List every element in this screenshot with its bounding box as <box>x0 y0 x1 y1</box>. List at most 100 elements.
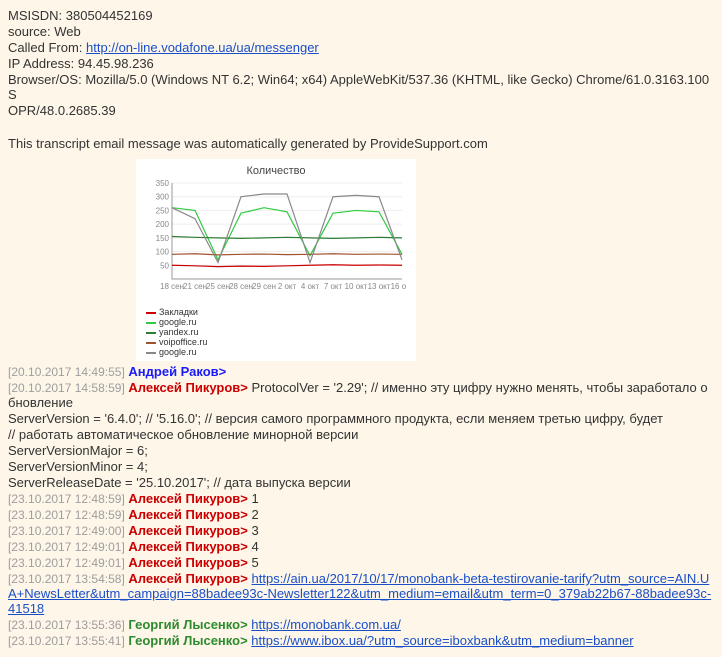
chart-svg: 50 100 150 200 250 300 350 18 сен21 сен25 сен28… <box>146 179 406 307</box>
message-author: Алексей Пикуров <box>128 555 240 570</box>
message-gt: > <box>240 571 248 586</box>
svg-text:350: 350 <box>156 179 170 188</box>
message-author: Алексей Пикуров <box>128 571 240 586</box>
svg-text:21 сен: 21 сен <box>183 282 207 291</box>
source-value: Web <box>54 24 81 39</box>
transcript-note: This transcript email message was automa… <box>8 136 714 151</box>
called-from-label: Called From: <box>8 40 82 55</box>
message-row: [23.10.2017 13:55:36] Георгий Лысенко> h… <box>8 617 714 632</box>
message-body: 2 <box>248 507 259 522</box>
legend-label: yandex.ru <box>159 327 199 337</box>
message-continuation: ServerVersion = '6.4.0'; // '5.16.0'; //… <box>8 411 714 426</box>
chart-legend: Закладкиgoogle.ruyandex.ruvoipoffice.rug… <box>146 307 406 357</box>
message-author: Алексей Пикуров <box>128 491 240 506</box>
message-author: Андрей Раков <box>128 364 218 379</box>
message-row: [23.10.2017 12:49:00] Алексей Пикуров> 3 <box>8 523 714 538</box>
svg-text:250: 250 <box>156 206 170 215</box>
svg-text:200: 200 <box>156 220 170 229</box>
message-body: 5 <box>248 555 259 570</box>
message-author: Георгий Лысенко <box>128 633 240 648</box>
legend-label: google.ru <box>159 347 197 357</box>
message-timestamp: [23.10.2017 13:55:36] <box>8 618 125 632</box>
svg-text:150: 150 <box>156 234 170 243</box>
legend-item: yandex.ru <box>146 327 406 337</box>
message-body: 4 <box>248 539 259 554</box>
legend-item: google.ru <box>146 347 406 357</box>
message-author: Алексей Пикуров <box>128 507 240 522</box>
message-continuation: ServerReleaseDate = '25.10.2017'; // дат… <box>8 475 714 490</box>
svg-text:10 окт: 10 окт <box>345 282 368 291</box>
svg-text:13 окт: 13 окт <box>368 282 391 291</box>
message-timestamp: [23.10.2017 12:48:59] <box>8 492 125 506</box>
legend-label: Закладки <box>159 307 198 317</box>
message-gt: > <box>219 364 227 379</box>
svg-text:100: 100 <box>156 248 170 257</box>
message-gt: > <box>240 555 248 570</box>
svg-text:16 окт: 16 окт <box>391 282 406 291</box>
legend-label: google.ru <box>159 317 197 327</box>
browser-label: Browser/OS: <box>8 72 82 87</box>
message-timestamp: [23.10.2017 13:55:41] <box>8 634 125 648</box>
message-row: [23.10.2017 12:48:59] Алексей Пикуров> 1 <box>8 491 714 506</box>
message-timestamp: [23.10.2017 12:49:01] <box>8 556 125 570</box>
svg-text:4 окт: 4 окт <box>301 282 320 291</box>
legend-item: voipoffice.ru <box>146 337 406 347</box>
message-row: [20.10.2017 14:58:59] Алексей Пикуров> P… <box>8 380 714 410</box>
message-timestamp: [20.10.2017 14:49:55] <box>8 365 125 379</box>
ip-value: 94.45.98.236 <box>78 56 154 71</box>
svg-text:50: 50 <box>160 261 169 270</box>
source-label: source: <box>8 24 51 39</box>
message-body: 1 <box>248 491 259 506</box>
message-list: [20.10.2017 14:49:55] Андрей Раков>[20.1… <box>8 364 714 648</box>
message-gt: > <box>240 507 248 522</box>
svg-text:300: 300 <box>156 193 170 202</box>
legend-item: google.ru <box>146 317 406 327</box>
meta-called-from: Called From: http://on-line.vodafone.ua/… <box>8 40 714 55</box>
message-row: [23.10.2017 12:49:01] Алексей Пикуров> 4 <box>8 539 714 554</box>
message-row: [23.10.2017 13:54:58] Алексей Пикуров> h… <box>8 571 714 616</box>
message-row: [23.10.2017 12:49:01] Алексей Пикуров> 5 <box>8 555 714 570</box>
message-timestamp: [23.10.2017 12:48:59] <box>8 508 125 522</box>
ip-label: IP Address: <box>8 56 74 71</box>
message-gt: > <box>240 539 248 554</box>
msisdn-label: MSISDN: <box>8 8 62 23</box>
message-row: [20.10.2017 14:49:55] Андрей Раков> <box>8 364 714 379</box>
message-timestamp: [23.10.2017 12:49:00] <box>8 524 125 538</box>
legend-label: voipoffice.ru <box>159 337 207 347</box>
svg-text:28 сен: 28 сен <box>229 282 253 291</box>
svg-text:2 окт: 2 окт <box>278 282 297 291</box>
message-continuation: ServerVersionMajor = 6; <box>8 443 714 458</box>
called-from-link[interactable]: http://on-line.vodafone.ua/ua/messenger <box>86 40 319 55</box>
message-gt: > <box>240 380 248 395</box>
chart-container: Количество 50 100 150 200 250 300 350 18 сен21 … <box>136 159 416 361</box>
message-gt: > <box>240 491 248 506</box>
message-timestamp: [20.10.2017 14:58:59] <box>8 381 125 395</box>
message-gt: > <box>240 523 248 538</box>
svg-text:29 сен: 29 сен <box>252 282 276 291</box>
message-author: Алексей Пикуров <box>128 380 240 395</box>
message-gt: > <box>240 633 248 648</box>
browser-value: Mozilla/5.0 (Windows NT 6.2; Win64; x64)… <box>8 72 709 102</box>
message-continuation: // работать автоматическое обновление ми… <box>8 427 714 442</box>
message-body: 3 <box>248 523 259 538</box>
message-author: Алексей Пикуров <box>128 523 240 538</box>
message-continuation: ServerVersionMinor = 4; <box>8 459 714 474</box>
message-link[interactable]: https://monobank.com.ua/ <box>251 617 401 632</box>
message-gt: > <box>240 617 248 632</box>
meta-ip: IP Address: 94.45.98.236 <box>8 56 714 71</box>
message-row: [23.10.2017 12:48:59] Алексей Пикуров> 2 <box>8 507 714 522</box>
svg-text:25 сен: 25 сен <box>206 282 230 291</box>
svg-text:18 сен: 18 сен <box>160 282 184 291</box>
msisdn-value: 380504452169 <box>66 8 153 23</box>
chart-title: Количество <box>146 165 406 177</box>
legend-item: Закладки <box>146 307 406 317</box>
message-link[interactable]: https://www.ibox.ua/?utm_source=iboxbank… <box>251 633 633 648</box>
meta-opr: OPR/48.0.2685.39 <box>8 103 714 118</box>
meta-msisdn: MSISDN: 380504452169 <box>8 8 714 23</box>
message-row: [23.10.2017 13:55:41] Георгий Лысенко> h… <box>8 633 714 648</box>
message-timestamp: [23.10.2017 13:54:58] <box>8 572 125 586</box>
message-timestamp: [23.10.2017 12:49:01] <box>8 540 125 554</box>
message-author: Георгий Лысенко <box>128 617 240 632</box>
svg-text:7 окт: 7 окт <box>324 282 343 291</box>
meta-source: source: Web <box>8 24 714 39</box>
